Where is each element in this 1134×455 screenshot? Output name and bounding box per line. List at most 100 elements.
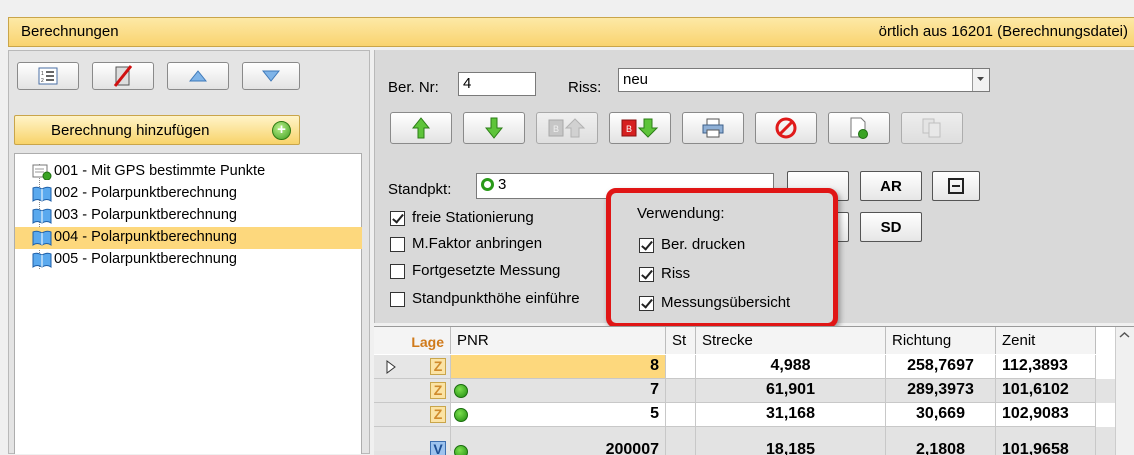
copy-button[interactable]: [901, 112, 963, 144]
printer-icon: [702, 118, 724, 138]
polar-book-icon: [32, 186, 52, 202]
checkbox-label: freie Stationierung: [412, 209, 534, 226]
cell-richtung[interactable]: 2,1808: [886, 427, 996, 455]
cell-pnr[interactable]: 5: [451, 403, 666, 427]
polar-book-icon: [32, 208, 52, 224]
ber-nr-label: Ber. Nr:: [388, 79, 439, 96]
tree-item-label: 004 - Polarpunktberechnung: [54, 229, 237, 245]
tree-item[interactable]: 001 - Mit GPS bestimmte Punkte: [15, 161, 362, 183]
cell-zenit[interactable]: 102,9083: [996, 403, 1096, 427]
grid-scrollbar[interactable]: [1115, 327, 1134, 455]
riss-dropdown[interactable]: neu: [618, 68, 990, 92]
checkbox-measurement-overview[interactable]: [639, 296, 654, 311]
cell-st[interactable]: [666, 403, 696, 427]
checkbox-print-calculation[interactable]: [639, 238, 654, 253]
cell-strecke[interactable]: 18,185: [696, 427, 886, 455]
cell-strecke[interactable]: 61,901: [696, 379, 886, 403]
calculation-tree[interactable]: 001 - Mit GPS bestimmte Punkte 002 - Pol…: [14, 153, 362, 454]
table-row[interactable]: V 200007 18,185 2,1808 101,9658: [374, 427, 1115, 455]
cell-zenit[interactable]: 112,3893: [996, 355, 1096, 379]
column-header-richtung[interactable]: Richtung: [886, 327, 996, 354]
station-circle-icon: [481, 178, 494, 191]
column-header-strecke[interactable]: Strecke: [696, 327, 886, 354]
ber-nr-input[interactable]: 4: [458, 72, 536, 96]
cell-zenit[interactable]: 101,6102: [996, 379, 1096, 403]
checkbox-sketch[interactable]: [639, 267, 654, 282]
checkbox-label: M.Faktor anbringen: [412, 235, 543, 252]
cell-richtung[interactable]: 289,3973: [886, 379, 996, 403]
block-arrow-down-icon: B: [621, 118, 659, 138]
cell-st[interactable]: [666, 355, 696, 379]
checkbox-continued-measurement[interactable]: [390, 264, 405, 279]
column-header-lage[interactable]: Lage: [374, 327, 451, 354]
column-header-st[interactable]: St: [666, 327, 696, 354]
row-header: V: [374, 427, 451, 455]
standpkt-value: 3: [498, 176, 507, 193]
arrow-down-button[interactable]: [463, 112, 525, 144]
print-button[interactable]: [682, 112, 744, 144]
delete-button[interactable]: [92, 62, 154, 90]
tree-item-label: 001 - Mit GPS bestimmte Punkte: [54, 163, 266, 179]
move-down-button[interactable]: [242, 62, 300, 90]
row-header: Z: [374, 379, 451, 403]
checkbox-label: Fortgesetzte Messung: [412, 262, 561, 279]
block-up-button[interactable]: B: [536, 112, 598, 144]
data-source-label: örtlich aus 16201 (Berechnungsdatei): [878, 23, 1128, 40]
checkbox-station-height[interactable]: [390, 292, 405, 307]
collapse-button[interactable]: [932, 171, 980, 201]
new-document-icon: [850, 117, 868, 139]
window-title: Berechnungen: [21, 23, 119, 40]
block-down-button[interactable]: B: [609, 112, 671, 144]
cell-pnr[interactable]: 8: [451, 355, 666, 379]
plus-icon: +: [272, 121, 291, 140]
tree-item[interactable]: 002 - Polarpunktberechnung: [15, 183, 362, 205]
cancel-button[interactable]: [755, 112, 817, 144]
add-calculation-label: Berechnung hinzufügen: [51, 122, 210, 139]
table-row[interactable]: Z 7 61,901 289,3973 101,6102: [374, 379, 1115, 403]
green-arrow-down-icon: [485, 117, 503, 139]
cell-strecke[interactable]: 4,988: [696, 355, 886, 379]
cell-richtung[interactable]: 30,669: [886, 403, 996, 427]
tree-item[interactable]: 003 - Polarpunktberechnung: [15, 205, 362, 227]
table-row[interactable]: Z 8 4,988 258,7697 112,3893: [374, 355, 1115, 379]
list-numbered-button[interactable]: 1 2: [17, 62, 79, 90]
lage-badge: Z: [430, 382, 446, 399]
checkbox-label: Standpunkthöhe einführe: [412, 290, 580, 307]
cell-zenit[interactable]: 101,9658: [996, 427, 1096, 455]
measurement-grid[interactable]: Lage PNR St Strecke Richtung Zenit Z 8 4…: [374, 326, 1134, 455]
tree-item-selected[interactable]: 004 - Polarpunktberechnung: [15, 227, 362, 249]
tree-item[interactable]: 005 - Polarpunktberechnung: [15, 249, 362, 271]
list-numbered-icon: 1 2: [38, 67, 58, 85]
dropdown-arrow-icon[interactable]: [972, 69, 989, 91]
cell-st[interactable]: [666, 427, 696, 455]
sd-button[interactable]: SD: [860, 212, 922, 242]
cell-pnr[interactable]: 7: [451, 379, 666, 403]
arrow-up-button[interactable]: [390, 112, 452, 144]
polar-book-icon: [32, 230, 52, 246]
usage-popup: Verwendung: Ber. drucken Riss Messungsüb…: [606, 188, 838, 328]
checkbox-scale-factor[interactable]: [390, 237, 405, 252]
minus-box-icon: [948, 178, 964, 194]
cell-pnr[interactable]: 200007: [451, 427, 666, 455]
row-header: Z: [374, 355, 451, 379]
row-header: Z: [374, 403, 451, 427]
column-header-pnr[interactable]: PNR: [451, 327, 666, 354]
cell-strecke[interactable]: 31,168: [696, 403, 886, 427]
triangle-up-icon: [189, 70, 207, 82]
cell-richtung[interactable]: 258,7697: [886, 355, 996, 379]
ar-button[interactable]: AR: [860, 171, 922, 201]
move-up-button[interactable]: [167, 62, 229, 90]
polar-book-icon: [32, 252, 52, 268]
no-entry-icon: [775, 117, 797, 139]
window-titlebar: Berechnungen örtlich aus 16201 (Berechnu…: [8, 17, 1134, 47]
table-row[interactable]: Z 5 31,168 30,669 102,9083: [374, 403, 1115, 427]
green-arrow-up-icon: [412, 117, 430, 139]
cell-st[interactable]: [666, 379, 696, 403]
checkbox-free-stationing[interactable]: [390, 211, 405, 226]
new-document-button[interactable]: [828, 112, 890, 144]
column-header-zenit[interactable]: Zenit: [996, 327, 1096, 354]
copy-document-icon: [922, 118, 941, 138]
delete-crossed-icon: [113, 65, 133, 87]
tree-item-label: 005 - Polarpunktberechnung: [54, 251, 237, 267]
add-calculation-button[interactable]: Berechnung hinzufügen +: [14, 115, 300, 145]
